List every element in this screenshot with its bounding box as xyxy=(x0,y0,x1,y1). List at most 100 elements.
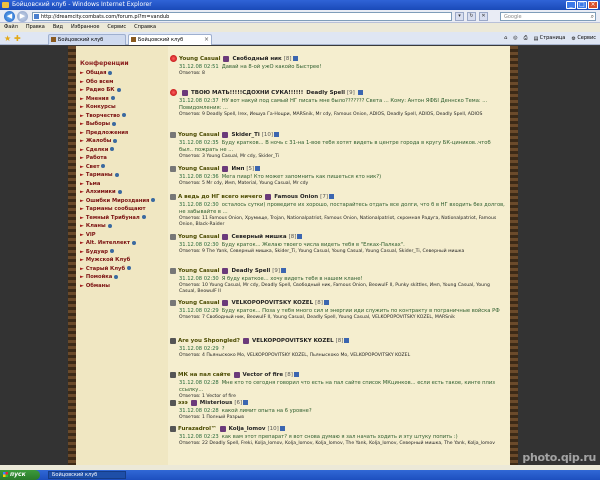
topic-title-link[interactable]: Young Casual xyxy=(178,132,219,138)
topic-author-link[interactable]: Deadly Spell xyxy=(231,268,270,274)
info-icon[interactable] xyxy=(279,426,285,431)
sidebar-item[interactable]: ► Конкурсы xyxy=(80,103,155,112)
info-icon[interactable] xyxy=(357,90,363,95)
info-icon[interactable] xyxy=(323,300,329,305)
arrow-right-icon: ► xyxy=(80,240,84,246)
sidebar-item[interactable]: ► Тьма xyxy=(80,180,155,189)
sidebar-item[interactable]: ► Жалобы xyxy=(80,137,155,146)
sidebar-item[interactable]: ► Мнения xyxy=(80,95,155,104)
info-icon[interactable] xyxy=(243,400,249,405)
topic-author-link[interactable]: Skider_Ti xyxy=(231,132,259,138)
sidebar-item[interactable]: ► Работа xyxy=(80,154,155,163)
info-icon[interactable] xyxy=(292,56,298,61)
topic-title-link[interactable]: Young Casual xyxy=(178,234,219,240)
sidebar-item[interactable]: ► Темный Трибунал xyxy=(80,214,155,223)
topic-author-link[interactable]: Famous Onion xyxy=(274,194,318,200)
address-input[interactable]: http://dreamcity.combats.com/forum.pl?m=… xyxy=(32,12,452,21)
menu-edit[interactable]: Правка xyxy=(26,23,45,32)
topic-author-link[interactable]: Misterious xyxy=(200,400,233,406)
tab-close-icon[interactable]: × xyxy=(204,35,209,45)
search-icon[interactable]: ⌕ xyxy=(591,13,594,21)
sidebar-item[interactable]: ► Предложения xyxy=(80,129,155,138)
sidebar-item[interactable]: ► Обо всем xyxy=(80,78,155,87)
page-menu[interactable]: ▤Страница xyxy=(534,34,566,43)
info-icon[interactable] xyxy=(293,372,299,377)
info-icon[interactable] xyxy=(297,234,303,239)
print-icon[interactable]: ⎙ xyxy=(524,34,528,43)
sidebar-item[interactable]: ► Помойка xyxy=(80,273,155,282)
menu-favorites[interactable]: Избранное xyxy=(71,23,99,32)
arrow-right-icon: ► xyxy=(80,146,84,153)
sidebar-item[interactable]: ► Ошибки Мироздания xyxy=(80,197,156,206)
menu-help[interactable]: Справка xyxy=(134,23,156,32)
tools-menu[interactable]: ⚙ Сервис xyxy=(571,34,596,43)
sidebar-item[interactable]: ► Кланы xyxy=(80,222,155,231)
feeds-icon[interactable]: ◎ xyxy=(513,34,517,43)
window-title-bar[interactable]: Бойцовский клуб - Windows Internet Explo… xyxy=(0,0,600,10)
topic-title-link[interactable]: Are you Shpongled? xyxy=(178,338,240,344)
topic-date: 31.12.08 02:51 xyxy=(179,64,219,70)
favorites-star-icon[interactable]: ★ xyxy=(4,34,11,43)
topic-preview: 31.12.08 02:30 Я буду краткое... хочу вид… xyxy=(170,276,506,283)
sidebar-item[interactable]: ► Обманы xyxy=(80,282,155,291)
forward-button[interactable]: ▶ xyxy=(17,11,28,22)
stop-icon[interactable]: ✕ xyxy=(479,12,488,21)
topic-author-link[interactable]: ТВОЮ МАТЬ!!!!!СДОХНИ СУКА!!!!!! xyxy=(191,90,303,96)
tab-2[interactable]: Бойцовский клуб × xyxy=(128,34,212,45)
start-button[interactable]: пуск xyxy=(0,470,40,480)
sidebar-item[interactable]: ► VIP xyxy=(80,231,155,240)
menu-tools[interactable]: Сервис xyxy=(107,23,126,32)
dropdown-icon[interactable]: ▾ xyxy=(455,12,464,21)
info-icon[interactable] xyxy=(274,132,280,137)
topic-author-link[interactable]: VELKOPOPOVITSKY KOZEL xyxy=(231,300,313,306)
taskbar-window-item[interactable]: Бойцовский клуб xyxy=(48,471,126,479)
topic-author-link[interactable]: Имп xyxy=(231,166,244,172)
sidebar-item[interactable]: ► Сделки xyxy=(80,146,155,155)
sidebar-item[interactable]: ► Тарманы xyxy=(80,171,155,180)
sidebar-item[interactable]: ► Будуар xyxy=(80,248,155,257)
topic-title-link[interactable]: Young Casual xyxy=(178,166,219,172)
topic-preview: 31.12.08 02:30 осталось сутки) проведите … xyxy=(170,202,506,216)
sidebar-item[interactable]: ► Общая xyxy=(80,69,155,78)
topic-title-link[interactable]: МК на пал сайте xyxy=(178,372,231,378)
topic-author-link[interactable]: VELKOPOPOVITSKY KOZEL xyxy=(252,338,334,344)
sidebar-item[interactable]: ► Творчество xyxy=(80,112,155,121)
menu-view[interactable]: Вид xyxy=(53,23,63,32)
topic-title-link[interactable]: эээ xyxy=(178,400,188,406)
search-input[interactable]: Google ⌕ xyxy=(500,12,596,21)
topic-title-link[interactable]: Young Casual xyxy=(178,300,219,306)
topic-title-link[interactable]: А ведь до НГ всего ничего xyxy=(178,194,262,200)
info-icon[interactable] xyxy=(255,166,261,171)
topic-title-link[interactable]: Young Casual xyxy=(179,56,220,62)
topic-author-link[interactable]: Свободный ник xyxy=(232,56,281,62)
sidebar-item[interactable]: ► Старый Клуб xyxy=(80,265,155,274)
sidebar-item[interactable]: ► Тарманы сообщают xyxy=(80,205,155,214)
tab-1[interactable]: Бойцовский клуб xyxy=(48,34,126,45)
topic-title-link[interactable]: Furazadrol™ xyxy=(178,426,217,432)
back-button[interactable]: ◀ xyxy=(4,11,15,22)
sidebar-item[interactable]: ► Радио БК xyxy=(80,86,155,95)
sidebar-item[interactable]: ► Мужской Клуб xyxy=(80,256,155,265)
home-icon[interactable]: ⌂ xyxy=(504,34,507,43)
sidebar-item[interactable]: ► Alt. Интеллект xyxy=(80,239,155,248)
menu-file[interactable]: Файл xyxy=(4,23,18,32)
clan-icon xyxy=(182,89,188,96)
topic-author-link[interactable]: Vector of fire xyxy=(243,372,284,378)
add-favorites-icon[interactable]: ✚ xyxy=(14,34,21,43)
info-icon[interactable] xyxy=(328,194,334,199)
topic-author-link[interactable]: Kolja_lomov xyxy=(229,426,266,432)
sidebar-item[interactable]: ► Свет xyxy=(80,163,155,172)
sidebar-item[interactable]: ► Алхимики xyxy=(80,188,155,197)
topic-header: ТВОЮ МАТЬ!!!!!СДОХНИ СУКА!!!!!! Deadly Sp… xyxy=(170,88,506,98)
minimize-button[interactable]: _ xyxy=(566,1,576,9)
info-icon[interactable] xyxy=(344,338,350,343)
close-button[interactable]: × xyxy=(588,1,598,9)
topic-author-link[interactable]: Северный мишка xyxy=(231,234,286,240)
sidebar-item[interactable]: ► Выборы xyxy=(80,120,155,129)
maximize-button[interactable]: □ xyxy=(577,1,587,9)
info-icon[interactable] xyxy=(281,268,287,273)
topic-author-link[interactable]: Deadly Spell xyxy=(306,90,345,96)
refresh-icon[interactable]: ↻ xyxy=(467,12,476,21)
topic-preview: 31.12.08 02:35 Буду кратков... В ночь с 3… xyxy=(170,140,506,154)
topic-title-link[interactable]: Young Casual xyxy=(178,268,219,274)
